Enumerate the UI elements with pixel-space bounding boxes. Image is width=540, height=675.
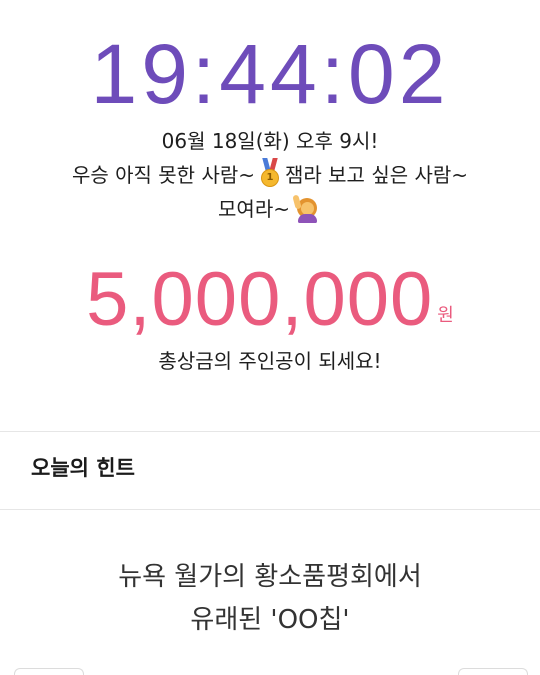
hero-section: 19:44:02 06월 18일(화) 오후 9시! 우승 아직 못한 사람~ 1…	[0, 0, 540, 430]
countdown-clock: 19:44:02	[0, 28, 540, 120]
announcement-line-2a: 우승 아직 못한 사람~	[71, 163, 255, 187]
section-divider	[0, 431, 540, 432]
prize-caption: 총상금의 주인공이 되세요!	[158, 349, 382, 373]
prize-value: 5,000,000	[86, 257, 434, 342]
announcement-line-3: 모여라~	[0, 192, 540, 226]
prize-unit: 원	[437, 305, 454, 326]
clock-time: 19:44:02	[90, 27, 450, 121]
announcement-date: 06월 18일(화) 오후 9시!	[161, 129, 379, 153]
quiz-screen: 19:44:02 06월 18일(화) 오후 9시! 우승 아직 못한 사람~ 1…	[0, 0, 540, 675]
announcement-line-2b: 잼라 보고 싶은 사람~	[285, 163, 469, 187]
prize-amount: 5,000,000 원	[0, 258, 540, 342]
medal-digit: 1	[261, 169, 279, 187]
hint-header: 오늘의 힌트	[31, 456, 135, 480]
announcement-line-3-text: 모여라~	[218, 197, 290, 221]
1st-place-medal-icon: 1	[259, 158, 281, 188]
hint-question: 뉴욕 월가의 황소품평회에서 유래된 'OO칩'	[0, 556, 540, 642]
hint-divider	[0, 509, 540, 510]
answer-card-right[interactable]	[458, 668, 528, 675]
hint-line-1: 뉴욕 월가의 황소품평회에서	[118, 562, 422, 592]
answer-card-left[interactable]	[14, 668, 84, 675]
announcement-line-2: 우승 아직 못한 사람~ 1 잼라 보고 싶은 사람~	[0, 158, 540, 192]
person-raising-hand-icon	[292, 193, 322, 223]
announcement: 06월 18일(화) 오후 9시! 우승 아직 못한 사람~ 1 잼라 보고 싶은 …	[0, 124, 540, 226]
hint-line-2: 유래된 'OO칩'	[190, 605, 350, 635]
